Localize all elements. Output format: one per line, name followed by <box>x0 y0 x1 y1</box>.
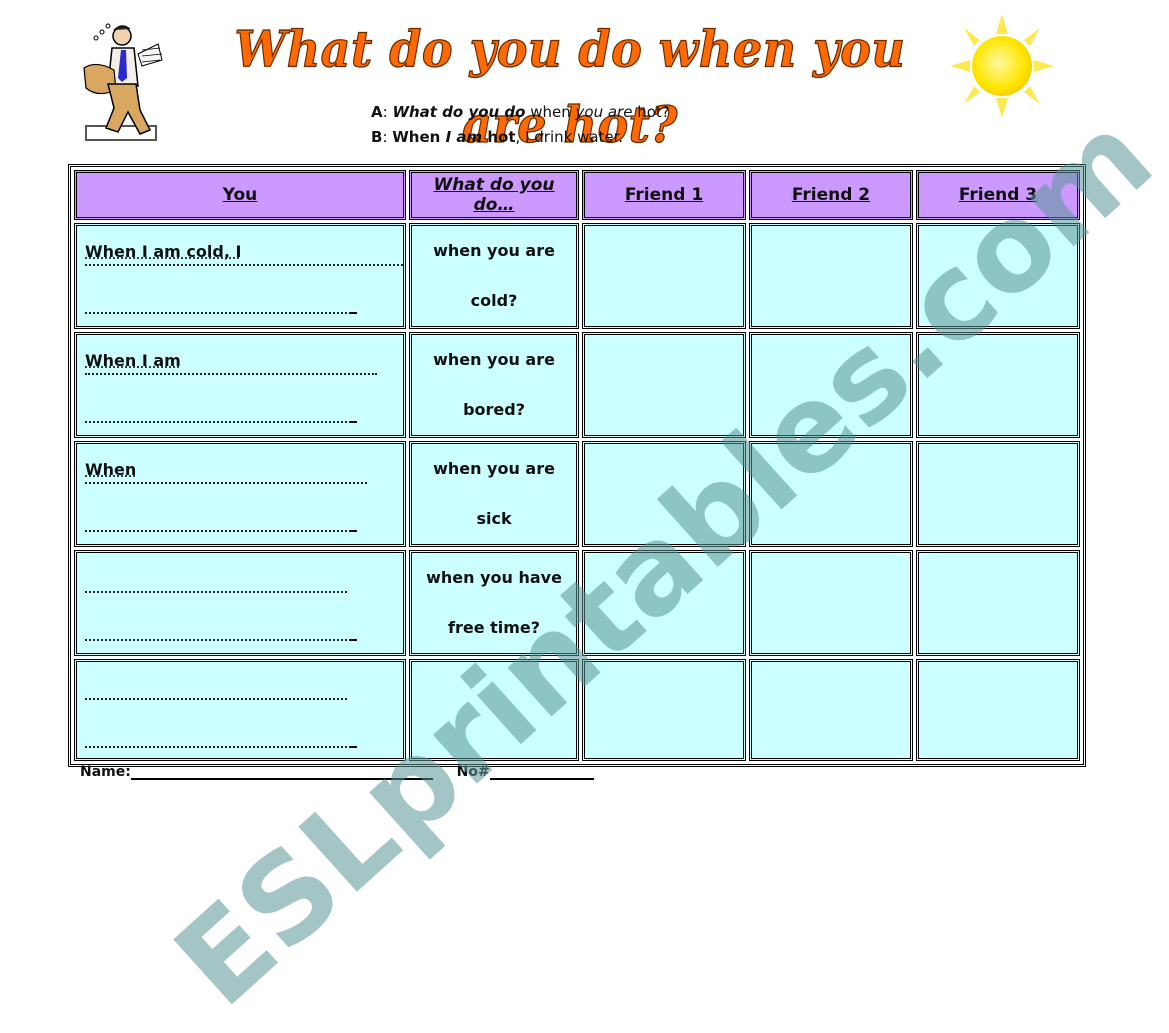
friend-1-answer-cell[interactable] <box>582 223 747 329</box>
friend-2-answer-cell[interactable] <box>749 223 913 329</box>
question-line-1: when you have <box>426 568 562 587</box>
friend-3-answer-cell[interactable] <box>915 332 1080 438</box>
dotted-line <box>85 421 347 423</box>
header-friend-1: Friend 1 <box>582 170 747 220</box>
friend-2-answer-cell[interactable] <box>749 659 913 761</box>
question-cell <box>409 659 580 761</box>
answer-line-2[interactable] <box>85 385 403 433</box>
question-line-1: when you are <box>433 241 555 260</box>
sweating-man-with-fan-icon <box>83 23 163 141</box>
footer: Name: No# <box>80 764 594 780</box>
dotted-line <box>85 746 347 748</box>
line-end-dash <box>349 746 357 748</box>
name-label: Name: <box>80 764 131 780</box>
friend-1-answer-cell[interactable] <box>582 441 747 547</box>
answer-line-1[interactable]: When <box>85 446 403 494</box>
friend-1-answer-cell[interactable] <box>582 332 747 438</box>
dotted-line <box>85 482 367 484</box>
answer-line-1[interactable] <box>85 662 403 710</box>
example-dialog: A: What do you do when you are hot? B: W… <box>371 100 670 150</box>
friend-1-answer-cell[interactable] <box>582 659 747 761</box>
dotted-line <box>85 591 347 593</box>
friend-2-answer-cell[interactable] <box>749 550 913 656</box>
answer-line-1[interactable] <box>85 555 403 603</box>
answer-line-2[interactable] <box>85 494 403 542</box>
question-line-2: bored? <box>463 400 525 419</box>
question-line-2: sick <box>476 509 512 528</box>
table-row <box>74 659 1080 761</box>
you-prompt: When I am cold, I <box>85 242 242 261</box>
answer-line-1[interactable]: When I am cold, I <box>85 228 403 276</box>
friend-3-answer-cell[interactable] <box>915 550 1080 656</box>
dialog-line-a: A: What do you do when you are hot? <box>371 103 670 121</box>
line-end-dash <box>349 312 357 314</box>
you-answer-cell[interactable] <box>74 659 406 761</box>
page-title: What do you do when you are hot? <box>234 19 906 154</box>
you-prompt: When <box>85 460 137 479</box>
survey-table: You What do you do… Friend 1 Friend 2 Fr… <box>68 164 1086 767</box>
answer-line-2[interactable] <box>85 603 403 651</box>
dotted-line <box>85 312 347 314</box>
answer-line-2[interactable] <box>85 276 403 324</box>
question-cell: when you are bored? <box>409 332 580 438</box>
you-answer-cell[interactable]: When I am <box>74 332 406 438</box>
question-cell: when you are cold? <box>409 223 580 329</box>
answer-line-2[interactable] <box>85 710 403 758</box>
line-end-dash <box>349 421 357 423</box>
friend-1-answer-cell[interactable] <box>582 550 747 656</box>
header-you: You <box>74 170 406 220</box>
question-cell: when you are sick <box>409 441 580 547</box>
question-cell: when you have free time? <box>409 550 580 656</box>
you-answer-cell[interactable]: When I am cold, I <box>74 223 406 329</box>
answer-line-1[interactable]: When I am <box>85 337 403 385</box>
you-answer-cell[interactable]: When <box>74 441 406 547</box>
number-field[interactable] <box>489 764 594 780</box>
friend-2-answer-cell[interactable] <box>749 332 913 438</box>
sun-icon <box>950 14 1054 118</box>
question-line-1: when you are <box>433 459 555 478</box>
friend-3-answer-cell[interactable] <box>915 223 1080 329</box>
you-answer-cell[interactable] <box>74 550 406 656</box>
line-end-dash <box>349 639 357 641</box>
question-line-2: free time? <box>447 618 541 637</box>
header-what-do-you-do: What do you do… <box>409 170 580 220</box>
dotted-line <box>85 264 403 266</box>
table-row: When I am when you are bored? <box>74 332 1080 438</box>
number-label: No# <box>456 764 490 780</box>
dialog-line-b: B: When I am hot, I drink water. <box>371 128 624 146</box>
question-line-2: cold? <box>470 291 518 310</box>
table-row: when you have free time? <box>74 550 1080 656</box>
question-line-1: when you are <box>433 350 555 369</box>
table-row: When I am cold, I when you are cold? <box>74 223 1080 329</box>
you-prompt: When I am <box>85 351 181 370</box>
dotted-line <box>85 698 347 700</box>
header-friend-2: Friend 2 <box>749 170 913 220</box>
line-end-dash <box>349 530 357 532</box>
friend-2-answer-cell[interactable] <box>749 441 913 547</box>
header-friend-3: Friend 3 <box>915 170 1080 220</box>
friend-3-answer-cell[interactable] <box>915 441 1080 547</box>
dotted-line <box>85 530 347 532</box>
name-field[interactable] <box>130 764 433 780</box>
table-row: When when you are sick <box>74 441 1080 547</box>
header-row: You What do you do… Friend 1 Friend 2 Fr… <box>74 170 1080 220</box>
dotted-line <box>85 373 377 375</box>
friend-3-answer-cell[interactable] <box>915 659 1080 761</box>
dotted-line <box>85 639 347 641</box>
